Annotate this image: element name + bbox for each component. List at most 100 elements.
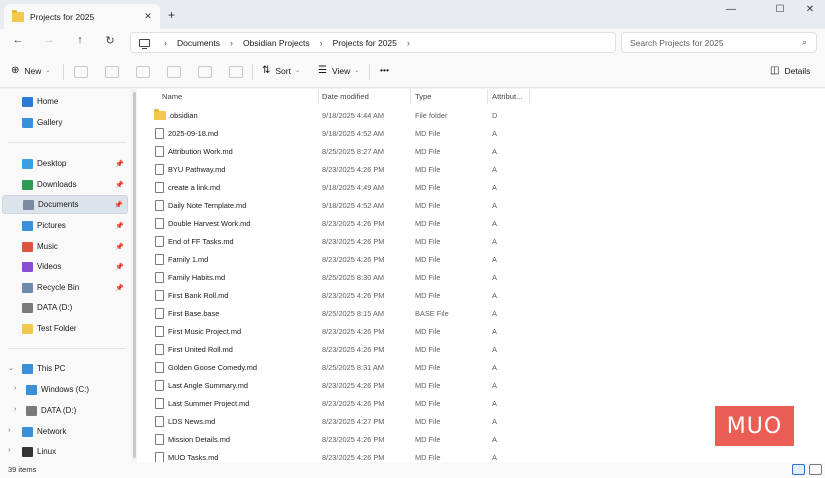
- sidebar-item-label: This PC: [37, 364, 66, 373]
- file-row[interactable]: End of FF Tasks.md 8/23/2025 4:26 PM MD Fi…: [137, 233, 825, 251]
- sidebar-item-documents[interactable]: Documents 📌: [2, 195, 128, 214]
- tiles-view-button[interactable]: [809, 464, 822, 475]
- search-box[interactable]: Search Projects for 2025 ⌕: [621, 32, 817, 53]
- sidebar-item-downloads[interactable]: Downloads 📌: [2, 175, 128, 194]
- drive-icon: [26, 405, 37, 416]
- sidebar-item-linux[interactable]: Linux: [2, 442, 128, 461]
- file-name: MUO Tasks.md: [168, 453, 219, 462]
- column-divider[interactable]: [410, 89, 411, 104]
- file-date-modified: 8/25/2025 8:27 AM: [322, 147, 385, 156]
- rename-icon[interactable]: [167, 66, 181, 78]
- this-pc-icon: [22, 363, 33, 374]
- breadcrumb-separator[interactable]: ›: [407, 38, 410, 48]
- file-row[interactable]: 2025-09-18.md 9/18/2025 4:52 AM MD File A: [137, 125, 825, 143]
- sidebar-item-network[interactable]: Network: [2, 422, 128, 441]
- folder-icon: [12, 9, 24, 22]
- close-tab-icon[interactable]: ✕: [141, 11, 155, 22]
- breadcrumb-projects-for-2025[interactable]: Projects for 2025: [333, 38, 397, 48]
- file-row[interactable]: Family 1.md 8/23/2025 4:26 PM MD File A: [137, 251, 825, 269]
- sidebar-item-home[interactable]: Home: [2, 92, 128, 111]
- file-row[interactable]: Golden Goose Comedy.md 8/25/2025 8:31 AM M…: [137, 359, 825, 377]
- file-row[interactable]: Double Harvest Work.md 8/23/2025 4:26 PM M…: [137, 215, 825, 233]
- this-pc-icon[interactable]: [139, 38, 150, 49]
- sidebar-item-windows-c[interactable]: Windows (C:): [2, 380, 128, 399]
- documents-icon: [23, 199, 34, 210]
- file-attributes: A: [492, 399, 497, 408]
- sidebar-item-music[interactable]: Music 📌: [2, 237, 128, 256]
- column-header-name[interactable]: Name: [162, 89, 182, 104]
- column-divider[interactable]: [318, 89, 319, 104]
- file-row[interactable]: First Base.base 8/25/2025 8:15 AM BASE Fil…: [137, 305, 825, 323]
- column-header-date-modified[interactable]: Date modified: [322, 89, 369, 104]
- sidebar-item-pictures[interactable]: Pictures 📌: [2, 216, 128, 235]
- music-icon: [22, 241, 33, 252]
- sidebar-item-gallery[interactable]: Gallery: [2, 113, 128, 132]
- column-divider[interactable]: [529, 89, 530, 104]
- maximize-button[interactable]: ☐: [765, 4, 795, 18]
- file-row[interactable]: .obsidian 9/18/2025 4:44 AM File folder D: [137, 107, 825, 125]
- minimize-button[interactable]: —: [716, 4, 746, 18]
- file-row[interactable]: BYU Pathway.md 8/23/2025 4:26 PM MD File A: [137, 161, 825, 179]
- sort-button[interactable]: ⇅ Sort ⌄: [262, 65, 300, 76]
- file-name: First United Roll.md: [168, 345, 233, 354]
- close-window-button[interactable]: ✕: [795, 4, 825, 18]
- breadcrumb-documents[interactable]: Documents: [177, 38, 220, 48]
- breadcrumb-separator[interactable]: ›: [164, 38, 167, 48]
- file-name: First Music Project.md: [168, 327, 242, 336]
- sort-label: Sort: [275, 65, 291, 76]
- new-button[interactable]: ⊕ New ⌄: [11, 65, 50, 76]
- file-row[interactable]: create a link.md 9/18/2025 4:49 AM MD File…: [137, 179, 825, 197]
- share-icon[interactable]: [198, 66, 212, 78]
- column-header-type[interactable]: Type: [415, 89, 431, 104]
- up-button[interactable]: ↑: [71, 34, 89, 50]
- sidebar-item-data-drive[interactable]: DATA (D:): [2, 298, 128, 317]
- breadcrumb-separator[interactable]: ›: [320, 38, 323, 48]
- file-icon: [155, 146, 164, 157]
- file-icon: [155, 452, 164, 462]
- file-type: MD File: [415, 147, 441, 156]
- tab-projects-for-2025[interactable]: Projects for 2025 ✕: [4, 4, 160, 29]
- file-row[interactable]: Last Angle Summary.md 8/23/2025 4:26 PM MD…: [137, 377, 825, 395]
- file-icon: [155, 164, 164, 175]
- copy-icon[interactable]: [105, 66, 119, 78]
- breadcrumb-separator[interactable]: ›: [230, 38, 233, 48]
- desktop-icon: [22, 158, 33, 169]
- details-pane-button[interactable]: ◫ Details: [770, 65, 810, 76]
- file-name: Mission Details.md: [168, 435, 231, 444]
- sidebar-item-recycle-bin[interactable]: Recycle Bin 📌: [2, 278, 128, 297]
- column-header-attributes[interactable]: Attribut...: [492, 89, 522, 104]
- file-attributes: A: [492, 255, 497, 264]
- file-row[interactable]: First United Roll.md 8/23/2025 4:26 PM MD …: [137, 341, 825, 359]
- address-row: ← → ↑ ↻ › Documents › Obsidian Projects …: [0, 29, 825, 56]
- file-attributes: A: [492, 345, 497, 354]
- file-date-modified: 8/25/2025 8:30 AM: [322, 273, 385, 282]
- sidebar-item-test-folder[interactable]: Test Folder: [2, 319, 128, 338]
- breadcrumb-obsidian-projects[interactable]: Obsidian Projects: [243, 38, 310, 48]
- sidebar-item-this-pc[interactable]: This PC: [2, 359, 128, 378]
- sidebar-item-data-d[interactable]: DATA (D:): [2, 401, 128, 420]
- search-input[interactable]: Search Projects for 2025: [630, 38, 802, 48]
- back-button[interactable]: ←: [9, 34, 27, 50]
- forward-button[interactable]: →: [40, 34, 58, 50]
- file-row[interactable]: Family Habits.md 8/25/2025 8:30 AM MD File…: [137, 269, 825, 287]
- column-divider[interactable]: [487, 89, 488, 104]
- details-view-button[interactable]: [792, 464, 805, 475]
- file-row[interactable]: MUO Tasks.md 8/23/2025 4:26 PM MD File A: [137, 449, 825, 462]
- file-type: MD File: [415, 273, 441, 282]
- file-name: End of FF Tasks.md: [168, 237, 234, 246]
- refresh-button[interactable]: ↻: [101, 34, 119, 50]
- view-button[interactable]: ☰ View ⌄: [318, 65, 359, 76]
- paste-icon[interactable]: [136, 66, 150, 78]
- new-tab-button[interactable]: +: [168, 8, 175, 22]
- cut-icon[interactable]: [74, 66, 88, 78]
- more-options-button[interactable]: •••: [380, 65, 389, 75]
- sidebar-item-videos[interactable]: Videos 📌: [2, 257, 128, 276]
- sidebar-item-desktop[interactable]: Desktop 📌: [2, 154, 128, 173]
- file-row[interactable]: First Bank Roll.md 8/23/2025 4:26 PM MD Fi…: [137, 287, 825, 305]
- file-row[interactable]: Attribution Work.md 8/25/2025 8:27 AM MD F…: [137, 143, 825, 161]
- file-row[interactable]: Daily Note Template.md 9/18/2025 4:52 AM M…: [137, 197, 825, 215]
- delete-icon[interactable]: [229, 66, 243, 78]
- file-row[interactable]: First Music Project.md 8/23/2025 4:26 PM M…: [137, 323, 825, 341]
- sidebar-scrollbar[interactable]: [133, 92, 136, 458]
- address-bar[interactable]: › Documents › Obsidian Projects › Projec…: [130, 32, 616, 53]
